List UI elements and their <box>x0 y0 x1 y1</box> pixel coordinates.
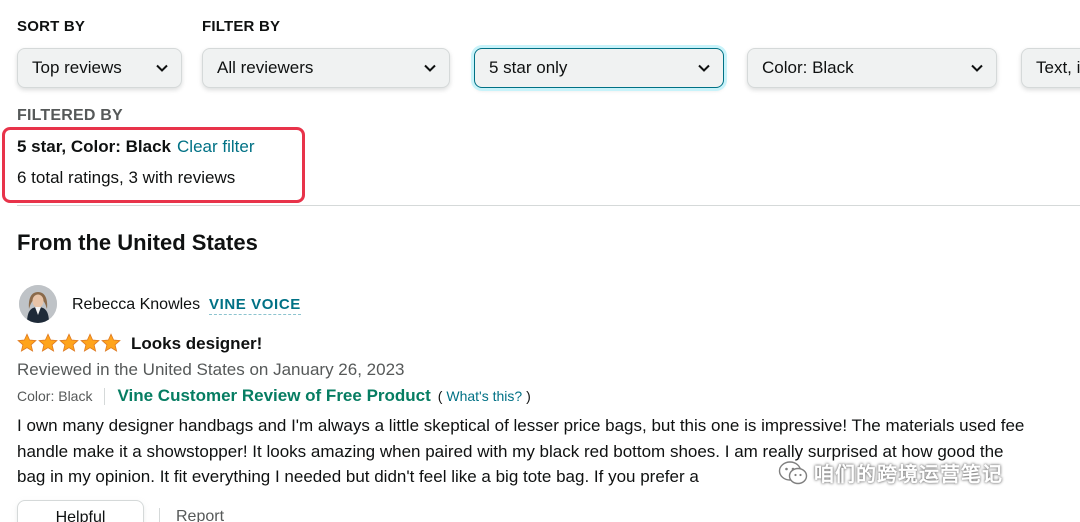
star-icon <box>17 333 37 352</box>
reviewer-type-dropdown[interactable]: All reviewers <box>202 48 450 88</box>
filter-by-heading: FILTER BY <box>202 18 281 35</box>
color-value: Color: Black <box>762 58 854 77</box>
whats-this: ( What's this? ) <box>437 388 531 404</box>
chevron-down-icon <box>697 61 711 75</box>
sort-dropdown-value: Top reviews <box>32 58 122 77</box>
chevron-down-icon <box>155 61 169 75</box>
review-body-line: I own many designer handbags and I'm alw… <box>17 416 1025 435</box>
whats-this-link[interactable]: What's this? <box>446 388 522 404</box>
ratings-count: 6 total ratings, 3 with reviews <box>17 168 236 187</box>
review-date: Reviewed in the United States on January… <box>17 360 405 379</box>
chevron-down-icon <box>970 61 984 75</box>
helpful-button[interactable]: Helpful <box>17 500 144 522</box>
star-rating[interactable] <box>17 333 121 353</box>
avatar[interactable] <box>19 285 57 323</box>
clear-filter-link[interactable]: Clear filter <box>177 137 254 156</box>
star-icon <box>80 333 100 352</box>
media-type-value: Text, i <box>1036 58 1080 77</box>
reviewer-name[interactable]: Rebecca Knowles <box>72 296 200 314</box>
review-meta: Color: Black Vine Customer Review of Fre… <box>17 386 531 406</box>
star-icon <box>59 333 79 352</box>
star-rating-value: 5 star only <box>489 58 568 77</box>
media-type-dropdown[interactable]: Text, i <box>1021 48 1080 88</box>
watermark: 咱们的跨境运营笔记 <box>778 458 1003 487</box>
star-rating-dropdown[interactable]: 5 star only <box>474 48 724 88</box>
star-icon <box>101 333 121 352</box>
vine-voice-badge[interactable]: VINE VOICE <box>209 296 301 315</box>
product-variant[interactable]: Color: Black <box>17 388 92 404</box>
star-icon <box>38 333 58 352</box>
divider <box>17 205 1080 206</box>
action-divider <box>159 508 160 522</box>
reviewer-type-value: All reviewers <box>217 58 314 77</box>
sort-by-heading: SORT BY <box>17 18 86 35</box>
active-filter-criteria: 5 star, Color: Black <box>17 137 172 156</box>
color-dropdown[interactable]: Color: Black <box>747 48 997 88</box>
wechat-icon <box>778 460 808 484</box>
sort-dropdown[interactable]: Top reviews <box>17 48 182 88</box>
region-heading: From the United States <box>17 230 258 255</box>
vine-review-label: Vine Customer Review of Free Product <box>117 386 431 405</box>
report-link[interactable]: Report <box>176 508 224 522</box>
watermark-text: 咱们的跨境运营笔记 <box>814 464 1003 486</box>
review-title[interactable]: Looks designer! <box>131 334 262 354</box>
meta-divider <box>104 387 106 405</box>
reviews-page: SORT BY FILTER BY Top reviews All review… <box>0 0 1080 522</box>
filtered-by-heading: FILTERED BY <box>17 107 123 124</box>
chevron-down-icon <box>423 61 437 75</box>
active-filters: 5 star, Color: Black Clear filter <box>17 137 254 157</box>
